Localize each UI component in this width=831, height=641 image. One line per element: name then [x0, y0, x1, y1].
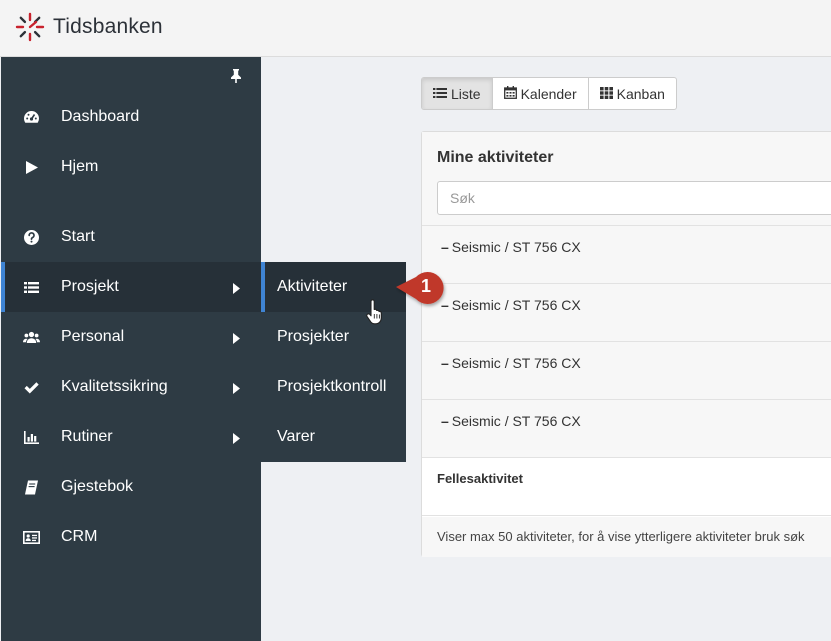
list-icon — [433, 86, 451, 102]
prosjekt-submenu: Aktiviteter Prosjekter Prosjektkontroll … — [261, 262, 406, 462]
panel-title: Mine aktiviteter — [437, 149, 554, 166]
activity-row[interactable]: – Seismic / ST 756 CX — [422, 284, 831, 342]
book-icon — [23, 479, 40, 496]
shared-activities-section: Fellesaktivitet — [422, 458, 831, 516]
play-icon — [23, 159, 40, 176]
activity-row[interactable]: – Seismic / ST 756 CX — [422, 226, 831, 284]
sidebar-item-label: Prosjekt — [61, 278, 119, 295]
search-input[interactable] — [437, 181, 831, 215]
chevron-right-icon — [233, 331, 240, 344]
footer-note-text: Viser max 50 aktiviteter, for å vise ytt… — [437, 529, 805, 544]
submenu-item-label: Varer — [277, 428, 315, 445]
sidebar-item-label: Dashboard — [61, 108, 140, 125]
callout-number: 1 — [420, 276, 431, 296]
brand-name: Tidsbanken — [53, 15, 163, 38]
panel-footer: Viser max 50 aktiviteter, for å vise ytt… — [422, 517, 831, 557]
step-callout: 1 — [394, 265, 450, 311]
question-icon — [23, 229, 40, 246]
sidebar-item-dashboard[interactable]: Dashboard — [1, 92, 261, 142]
sidebar: Dashboard Hjem Start Prosjekt Personal K… — [1, 57, 261, 641]
sidebar-item-label: Gjestebok — [61, 478, 134, 495]
sidebar-item-label: Rutiner — [61, 428, 113, 445]
sidebar-item-label: Hjem — [61, 158, 99, 175]
sidebar-item-kvalitetssikring[interactable]: Kvalitetssikring — [1, 362, 261, 412]
sidebar-item-prosjekt[interactable]: Prosjekt — [1, 262, 261, 312]
view-button-liste[interactable]: Liste — [422, 78, 493, 109]
chevron-right-icon — [233, 381, 240, 394]
sidebar-item-hjem[interactable]: Hjem — [1, 142, 261, 192]
activity-row[interactable]: – Seismic / ST 756 CX — [422, 400, 831, 458]
check-icon — [23, 379, 40, 396]
view-button-kanban[interactable]: Kanban — [589, 78, 676, 109]
sidebar-item-label: Kvalitetssikring — [61, 378, 168, 395]
activities-panel: Mine aktiviteter –Seismic / ST 756 CX –S… — [421, 131, 831, 557]
sidebar-item-label: CRM — [61, 528, 98, 545]
logo[interactable]: Tidsbanken — [14, 11, 163, 43]
id-card-icon — [23, 529, 40, 546]
sidebar-item-crm[interactable]: CRM — [1, 512, 261, 562]
activity-row[interactable]: – Seismic / ST 756 CX — [422, 342, 831, 400]
logo-mark-icon — [14, 11, 46, 43]
sidebar-item-label: Start — [61, 228, 95, 245]
sidebar-item-label: Personal — [61, 328, 125, 345]
top-bar: Tidsbanken — [0, 0, 831, 57]
activity-label: Seismic / ST 756 CX — [451, 355, 581, 371]
hand-pointer-icon — [365, 299, 385, 325]
view-toggle: Liste Kalender Kanban — [421, 77, 677, 110]
sidebar-item-gjestebok[interactable]: Gjestebok — [1, 462, 261, 512]
collapse-dash-icon[interactable]: – — [441, 355, 449, 371]
view-button-label: Liste — [451, 85, 481, 102]
sidebar-item-start[interactable]: Start — [1, 212, 261, 262]
bar-chart-icon — [23, 429, 40, 446]
collapse-dash-icon[interactable]: – — [441, 239, 449, 255]
sidebar-item-personal[interactable]: Personal — [1, 312, 261, 362]
calendar-icon — [503, 85, 521, 102]
submenu-item-label: Aktiviteter — [277, 278, 348, 295]
dashboard-icon — [23, 109, 40, 126]
activity-label: Seismic / ST 756 CX — [451, 297, 581, 313]
list-icon — [23, 279, 40, 296]
users-icon — [23, 329, 40, 346]
collapse-dash-icon[interactable]: – — [441, 413, 449, 429]
shared-activities-heading: Fellesaktivitet — [437, 471, 523, 486]
activity-label: Seismic / ST 756 CX — [451, 239, 581, 255]
panel-header: Mine aktiviteter — [422, 132, 831, 226]
pin-icon[interactable] — [230, 69, 242, 83]
submenu-item-label: Prosjekter — [277, 328, 350, 345]
chevron-right-icon — [233, 431, 240, 444]
sidebar-item-rutiner[interactable]: Rutiner — [1, 412, 261, 462]
view-button-kalender[interactable]: Kalender — [493, 78, 589, 109]
view-button-label: Kanban — [616, 85, 665, 102]
submenu-item-prosjektkontroll[interactable]: Prosjektkontroll — [261, 362, 406, 412]
chevron-right-icon — [233, 281, 240, 294]
activity-label: Seismic / ST 756 CX — [451, 413, 581, 429]
view-button-label: Kalender — [520, 85, 577, 102]
grid-icon — [599, 86, 617, 102]
submenu-item-varer[interactable]: Varer — [261, 412, 406, 462]
submenu-item-label: Prosjektkontroll — [277, 378, 387, 395]
